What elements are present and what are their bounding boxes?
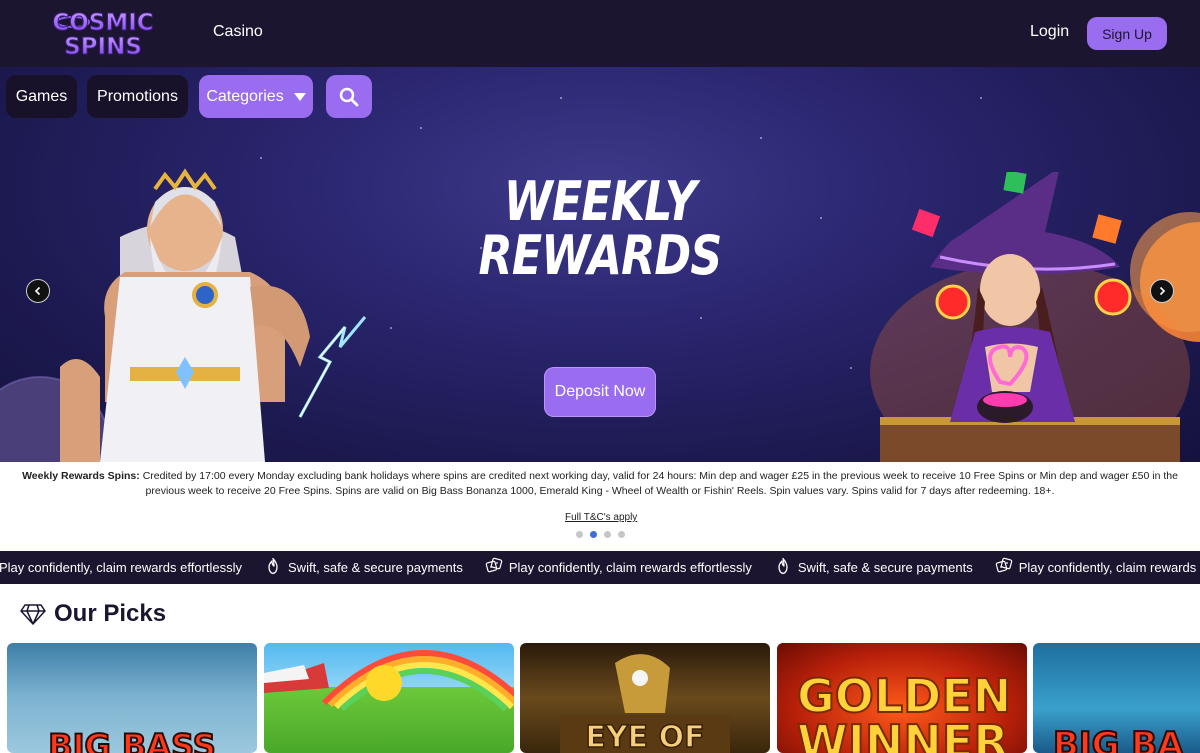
- terms-heading: Weekly Rewards Spins:: [22, 470, 140, 482]
- ticker-text: Play confidently, claim rewards effortle…: [0, 560, 243, 575]
- deposit-now-button[interactable]: Deposit Now: [544, 367, 656, 417]
- dice-icon: [995, 557, 1013, 578]
- carousel-dot-active[interactable]: [590, 531, 597, 538]
- card-title: BIG BASS: [47, 726, 217, 753]
- chevron-left-icon: [34, 286, 41, 296]
- terms-body: Credited by 17:00 every Monday excluding…: [142, 470, 1178, 497]
- our-picks-title: Our Picks: [54, 600, 167, 627]
- card-title: EYE OF: [585, 719, 706, 753]
- card-title: GOLDEN WINNER: [796, 669, 1012, 753]
- svg-text:SPINS: SPINS: [64, 34, 142, 60]
- cosmic-spins-logo[interactable]: COSMIC SPINS: [36, 8, 170, 61]
- game-card-big-bass-2[interactable]: BIG BA: [1033, 643, 1200, 753]
- game-card-golden-winner[interactable]: GOLDEN WINNER: [777, 643, 1027, 753]
- svg-text:COSMIC: COSMIC: [52, 10, 153, 36]
- top-header: COSMIC SPINS Casino Login Sign Up: [0, 0, 1200, 67]
- carousel-dot[interactable]: [604, 531, 611, 538]
- hero-banner: Games Promotions Categories WEEKLY REWAR…: [0, 67, 1200, 462]
- game-card-rainbow[interactable]: [264, 643, 514, 753]
- hero-title-line2: REWARDS: [478, 224, 723, 287]
- carousel-dots: [576, 531, 625, 538]
- benefits-ticker: Play confidently, claim rewards effortle…: [0, 551, 1200, 584]
- game-card-big-bass[interactable]: BIG BASS: [7, 643, 257, 753]
- promo-terms: Weekly Rewards Spins: Credited by 17:00 …: [20, 469, 1180, 499]
- ticker-row: Play confidently, claim rewards effortle…: [0, 551, 1200, 584]
- ticker-item: Swift, safe & secure payments: [774, 557, 973, 578]
- ticker-item: Play confidently, claim rewards effortle…: [995, 557, 1200, 578]
- search-button[interactable]: [326, 75, 372, 118]
- categories-label: Categories: [206, 87, 284, 105]
- chevron-right-icon: [1159, 286, 1166, 296]
- game-card-eye-of-horus[interactable]: EYE OF: [520, 643, 770, 753]
- carousel-dot[interactable]: [576, 531, 583, 538]
- ticker-item: Play confidently, claim rewards effortle…: [485, 557, 752, 578]
- games-button[interactable]: Games: [6, 75, 77, 118]
- zeus-illustration: [0, 168, 367, 462]
- categories-dropdown[interactable]: Categories: [199, 75, 313, 118]
- caret-down-icon: [293, 92, 306, 101]
- carousel-next-button[interactable]: [1150, 279, 1174, 303]
- ticker-text: Play confidently, claim rewards effortle…: [1018, 560, 1200, 575]
- carousel-dot[interactable]: [618, 531, 625, 538]
- diamond-icon: [20, 604, 46, 625]
- our-picks-header: Our Picks: [20, 600, 166, 628]
- full-tc-link[interactable]: Full T&C's apply: [565, 512, 637, 523]
- ticker-item: Play confidently, claim rewards effortle…: [0, 557, 242, 578]
- ticker-text: Swift, safe & secure payments: [288, 560, 463, 575]
- carousel-prev-button[interactable]: [26, 279, 50, 303]
- card-title: BIG BA: [1052, 724, 1185, 753]
- flame-icon: [774, 557, 792, 578]
- hero-title-line1: WEEKLY: [503, 170, 697, 233]
- login-link[interactable]: Login: [1030, 23, 1069, 41]
- ticker-text: Swift, safe & secure payments: [797, 560, 973, 575]
- rainbow-art: [264, 650, 514, 712]
- ticker-text: Play confidently, claim rewards effortle…: [508, 560, 752, 575]
- dice-icon: [485, 557, 503, 578]
- ticker-item: Swift, safe & secure payments: [264, 557, 463, 578]
- signup-button[interactable]: Sign Up: [1087, 17, 1167, 50]
- flame-icon: [264, 557, 282, 578]
- hero-title: WEEKLY REWARDS: [477, 175, 723, 283]
- promotions-button[interactable]: Promotions: [87, 75, 188, 118]
- witch-illustration: [870, 172, 1200, 462]
- nav-casino[interactable]: Casino: [213, 23, 263, 41]
- search-icon: [339, 87, 359, 106]
